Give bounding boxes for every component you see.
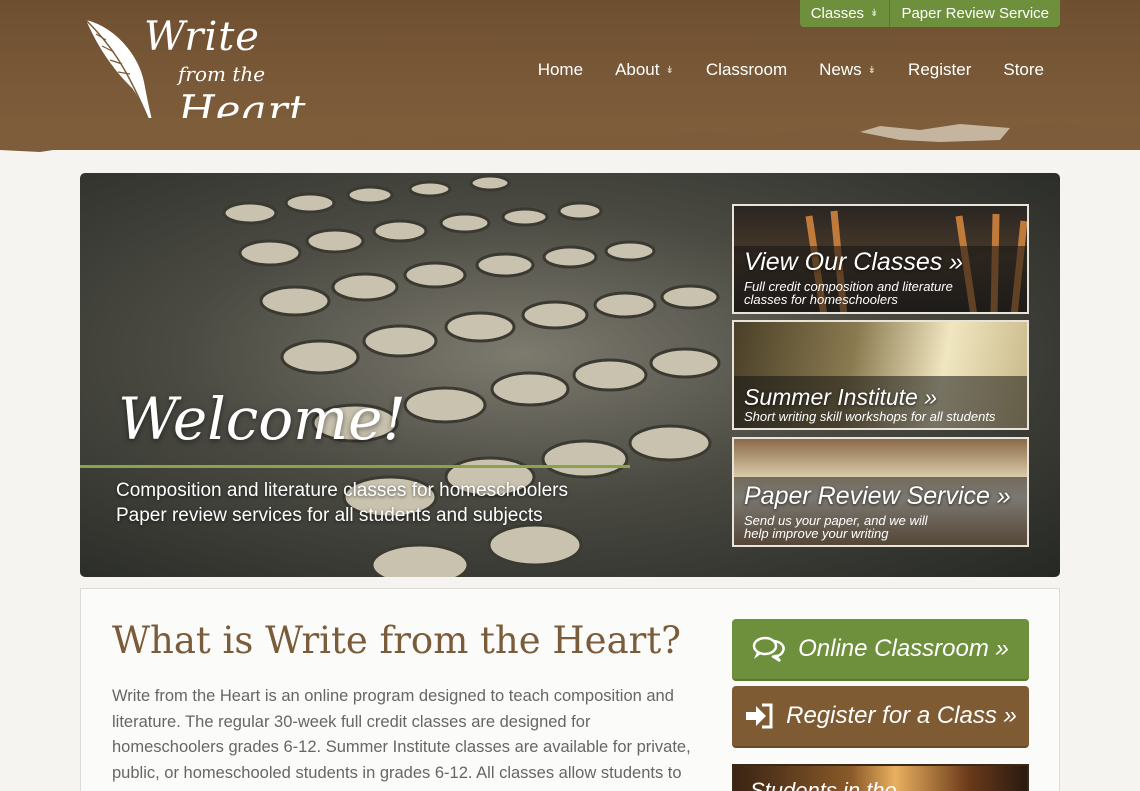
nav-about[interactable]: About ↡ [599,58,690,82]
nav-classroom[interactable]: Classroom [690,58,803,82]
intro-body: Write from the Heart is an online progra… [112,687,691,791]
site-logo[interactable]: Write from the Heart [82,8,312,135]
intro-section: What is Write from the Heart? Write from… [80,588,1060,791]
topbar-paper-review[interactable]: Paper Review Service [889,0,1060,27]
utility-bar: Classes ↡ Paper Review Service [799,0,1060,27]
online-classroom-button[interactable]: Online Classroom » [732,619,1029,681]
topbar-classes[interactable]: Classes ↡ [800,0,890,27]
nav-classroom-label: Classroom [705,60,788,79]
register-class-label: Register for a Class » [786,702,1017,729]
students-banner-label: Students in the [750,778,897,791]
promo-desc-line2: help improve your writing [744,526,889,541]
logo-word-from-the: from the [178,62,266,86]
main-nav: Home About ↡ Classroom News ↡ Register Sto… [522,58,1060,82]
topbar-classes-label: Classes [810,5,865,22]
nav-register-label: Register [908,60,972,79]
nav-home[interactable]: Home [522,58,599,82]
nav-store-label: Store [1003,60,1044,79]
hero-subtitle-line1: Composition and literature classes for h… [116,480,568,501]
hero-banner: Welcome! Composition and literature clas… [80,173,1060,577]
register-class-button[interactable]: Register for a Class » [732,686,1029,748]
students-banner[interactable]: Students in the [732,764,1029,791]
chevron-down-icon: ↡ [870,8,879,19]
nav-register[interactable]: Register [892,58,987,82]
promo-title: Paper Review Service » [744,482,1011,510]
hero-welcome-heading: Welcome! [118,385,406,453]
topbar-paper-review-label: Paper Review Service [901,5,1049,22]
chat-bubbles-icon [752,636,785,663]
promo-summer-institute[interactable]: Summer Institute » Short writing skill w… [732,320,1029,430]
intro-heading: What is Write from the Heart? [112,619,682,662]
nav-news-label: News [819,60,862,79]
hero-subtitle: Composition and literature classes for h… [116,478,568,528]
promo-desc-line2: classes for homeschoolers [744,292,898,307]
hero-divider [80,465,630,468]
hero-subtitle-line2: Paper review services for all students a… [116,505,543,526]
chevron-down-icon: ↡ [665,64,674,76]
nav-news[interactable]: News ↡ [803,58,892,82]
torn-paper-edge [0,118,1140,152]
promo-paper-review[interactable]: Paper Review Service » Send us your pape… [732,437,1029,547]
nav-home-label: Home [537,60,584,79]
logo-word-write: Write [144,14,260,60]
nav-about-label: About [615,60,660,79]
promo-desc-line1: Short writing skill workshops for all st… [744,409,996,424]
promo-view-classes[interactable]: View Our Classes » Full credit compositi… [732,204,1029,314]
sign-in-icon [746,703,773,729]
chevron-down-icon: ↡ [867,64,877,76]
promo-title: Summer Institute » [744,384,938,410]
online-classroom-label: Online Classroom » [798,635,1009,662]
nav-store[interactable]: Store [987,58,1060,82]
promo-title: View Our Classes » [744,248,964,276]
